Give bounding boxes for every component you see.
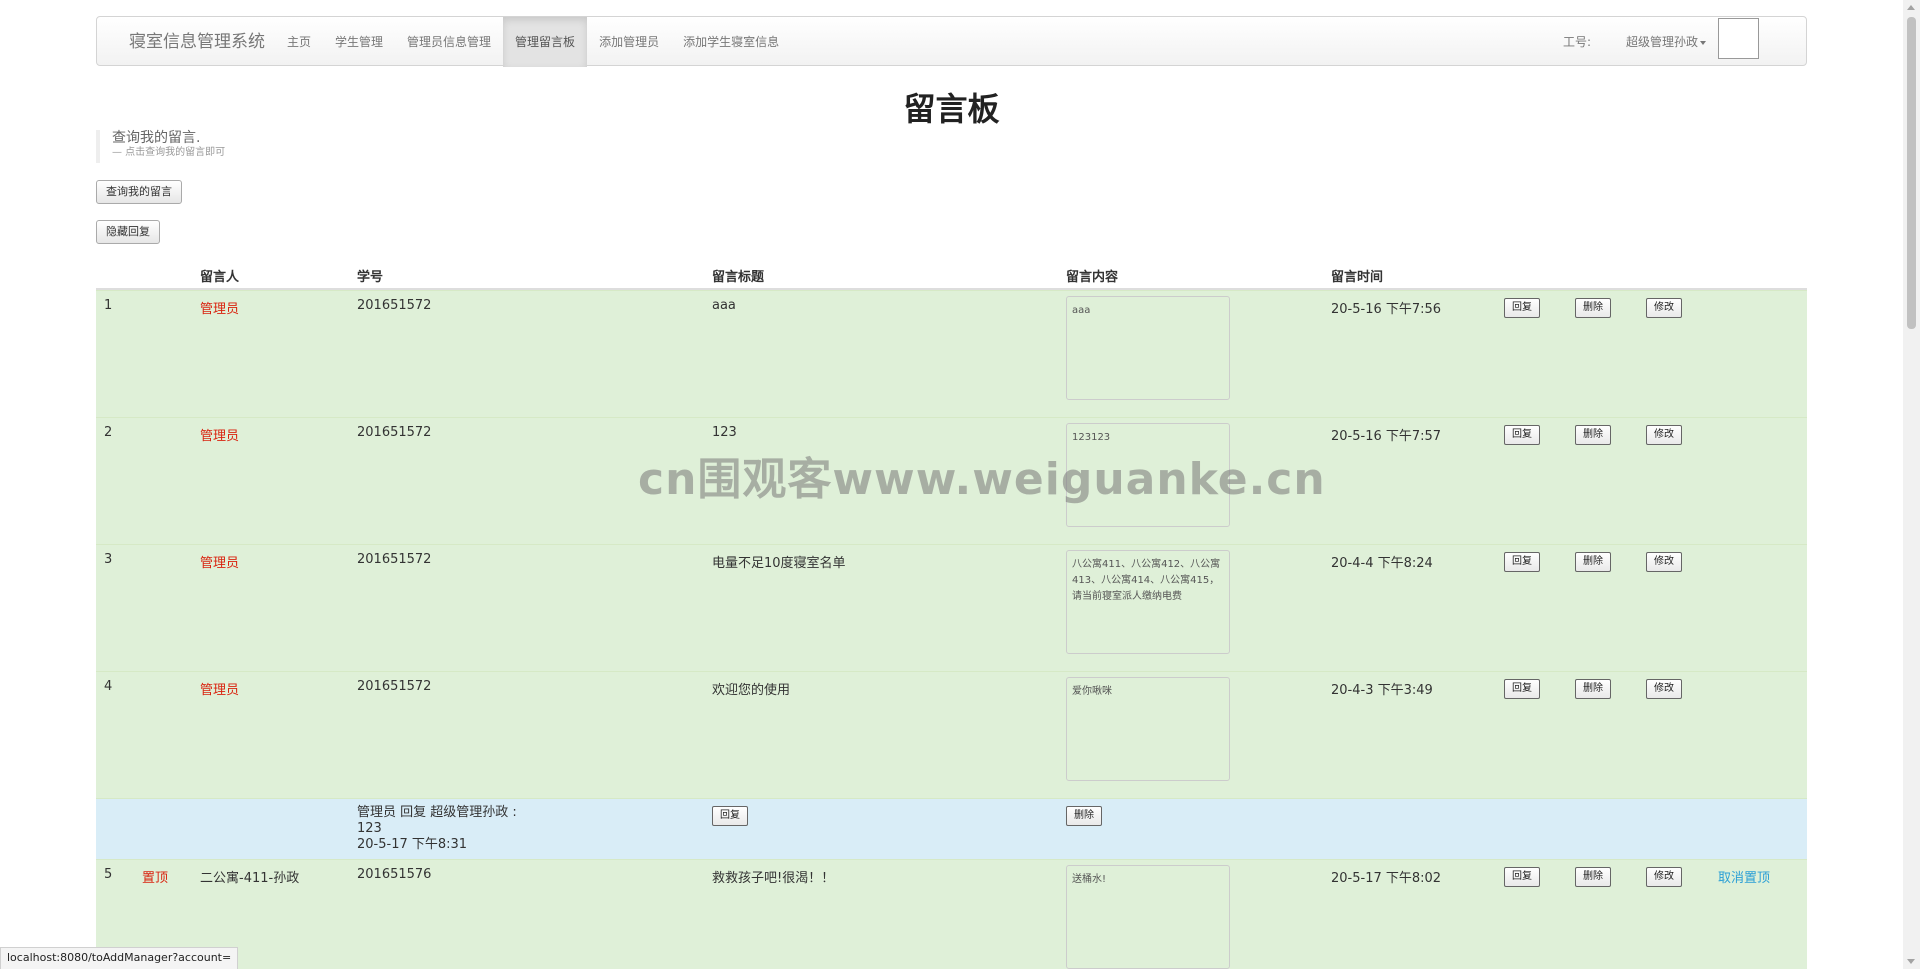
delete-button[interactable]: 删除: [1575, 679, 1611, 699]
scroll-up-arrow-icon[interactable]: [1907, 5, 1915, 10]
header-content: 留言内容: [1066, 270, 1119, 285]
nav-item-student-management[interactable]: 学生管理: [323, 17, 395, 67]
row-author: 管理员: [200, 556, 240, 571]
reply-row-reply-button[interactable]: 回复: [712, 806, 748, 826]
row-index: 3: [104, 552, 113, 567]
scroll-thumb[interactable]: [1907, 17, 1916, 329]
nav-item-add-admin[interactable]: 添加管理员: [587, 17, 671, 67]
row-content-textarea[interactable]: aaa: [1066, 296, 1230, 400]
row-title: 救救孩子吧!很渴！！: [712, 871, 835, 886]
row-author: 管理员: [200, 302, 240, 317]
scroll-down-arrow-icon[interactable]: [1907, 959, 1915, 964]
page-title: 留言板: [903, 90, 1000, 128]
row-content-textarea[interactable]: 送桶水!: [1066, 865, 1230, 969]
row-time: 20-4-3 下午3:49: [1331, 683, 1433, 698]
user-name: 超级管理孙政: [1625, 35, 1698, 49]
reply-content: 123: [357, 821, 382, 836]
header-author: 留言人: [200, 270, 240, 285]
header-student-id: 学号: [357, 270, 384, 285]
row-time: 20-5-16 下午7:56: [1331, 302, 1442, 317]
row-title: 欢迎您的使用: [712, 683, 791, 698]
reply-button[interactable]: 回复: [1504, 679, 1540, 699]
edit-button[interactable]: 修改: [1646, 425, 1682, 445]
row-author: 管理员: [200, 683, 240, 698]
browser-status-bar: localhost:8080/toAddManager?account=: [0, 947, 239, 969]
my-messages-button[interactable]: 查询我的留言: [96, 180, 182, 204]
reply-info: 管理员 回复 超级管理孙政 : 123 20-5-17 下午8:31: [357, 805, 517, 853]
caret-down-icon: [1700, 40, 1706, 45]
delete-button[interactable]: 删除: [1575, 298, 1611, 318]
row-title: aaa: [712, 298, 736, 313]
row-student-id: 201651572: [357, 679, 432, 694]
vertical-scrollbar[interactable]: [1903, 0, 1920, 969]
row-title: 电量不足10度寝室名单: [712, 556, 846, 571]
row-author: 管理员: [200, 429, 240, 444]
user-dropdown[interactable]: 超级管理孙政: [1626, 17, 1706, 67]
edit-button[interactable]: 修改: [1646, 552, 1682, 572]
top-navbar: 寝室信息管理系统 主页 学生管理 管理员信息管理 管理留言板 添加管理员 添加学…: [96, 16, 1807, 67]
row-student-id: 201651572: [357, 298, 432, 313]
row-content-textarea[interactable]: 八公寓411、八公寓412、八公寓413、八公寓414、八公寓415，请当前寝室…: [1066, 550, 1230, 654]
table-row: 3 管理员 201651572 电量不足10度寝室名单 八公寓411、八公寓41…: [96, 544, 1807, 671]
row-index: 4: [104, 679, 113, 694]
row-author: 二公寓-411-孙政: [200, 871, 300, 886]
table-row: 4 管理员 201651572 欢迎您的使用 爱你啾咪 20-4-3 下午3:4…: [96, 671, 1807, 798]
row-time: 20-5-17 下午8:02: [1331, 871, 1442, 886]
edit-button[interactable]: 修改: [1646, 298, 1682, 318]
header-time: 留言时间: [1331, 270, 1384, 285]
hint-main-text: 查询我的留言.: [112, 130, 201, 146]
nav-item-admin-info-management[interactable]: 管理员信息管理: [395, 17, 503, 67]
edit-button[interactable]: 修改: [1646, 867, 1682, 887]
nav-menu: 主页 学生管理 管理员信息管理 管理留言板 添加管理员 添加学生寝室信息: [275, 17, 791, 67]
hint-blockquote: 查询我的留言. — 点击查询我的留言即可: [96, 130, 225, 163]
header-title: 留言标题: [712, 270, 765, 285]
brand-title[interactable]: 寝室信息管理系统: [129, 17, 265, 67]
nav-item-home[interactable]: 主页: [275, 17, 323, 67]
row-time: 20-5-16 下午7:57: [1331, 429, 1442, 444]
reply-button[interactable]: 回复: [1504, 425, 1540, 445]
pinned-badge: 置顶: [142, 871, 169, 886]
row-title: 123: [712, 425, 737, 440]
edit-button[interactable]: 修改: [1646, 679, 1682, 699]
row-student-id: 201651572: [357, 552, 432, 567]
row-student-id: 201651572: [357, 425, 432, 440]
nav-item-add-dorm-info[interactable]: 添加学生寝室信息: [671, 17, 791, 67]
delete-button[interactable]: 删除: [1575, 867, 1611, 887]
row-index: 2: [104, 425, 113, 440]
row-index: 5: [104, 867, 113, 882]
table-row: 5 置顶 二公寓-411-孙政 201651576 救救孩子吧!很渴！！ 送桶水…: [96, 859, 1807, 969]
message-table: 留言人 学号 留言标题 留言内容 留言时间 1 管理员 201651572 aa…: [96, 258, 1807, 969]
row-student-id: 201651576: [357, 867, 432, 882]
employee-id-label: 工号:: [1562, 35, 1591, 49]
delete-button[interactable]: 删除: [1575, 552, 1611, 572]
avatar[interactable]: [1718, 18, 1759, 59]
watermark-text: cn围观客www.weiguanke.cn: [638, 454, 1326, 505]
table-row: 1 管理员 201651572 aaa aaa 20-5-16 下午7:56 回…: [96, 290, 1807, 417]
reply-button[interactable]: 回复: [1504, 552, 1540, 572]
reply-row: 管理员 回复 超级管理孙政 : 123 20-5-17 下午8:31 回复 删除: [96, 798, 1807, 859]
reply-button[interactable]: 回复: [1504, 298, 1540, 318]
hide-reply-button[interactable]: 隐藏回复: [96, 220, 160, 244]
unpin-link[interactable]: 取消置顶: [1718, 867, 1770, 886]
reply-button[interactable]: 回复: [1504, 867, 1540, 887]
table-header: 留言人 学号 留言标题 留言内容 留言时间: [96, 258, 1807, 290]
row-index: 1: [104, 298, 113, 313]
hint-sub-text: — 点击查询我的留言即可: [112, 147, 226, 158]
row-time: 20-4-4 下午8:24: [1331, 556, 1433, 571]
reply-time: 20-5-17 下午8:31: [357, 837, 468, 852]
row-content-textarea[interactable]: 爱你啾咪: [1066, 677, 1230, 781]
reply-header: 管理员 回复 超级管理孙政 :: [357, 805, 517, 820]
nav-item-message-board[interactable]: 管理留言板: [503, 17, 588, 67]
delete-button[interactable]: 删除: [1575, 425, 1611, 445]
reply-row-delete-button[interactable]: 删除: [1066, 806, 1102, 826]
